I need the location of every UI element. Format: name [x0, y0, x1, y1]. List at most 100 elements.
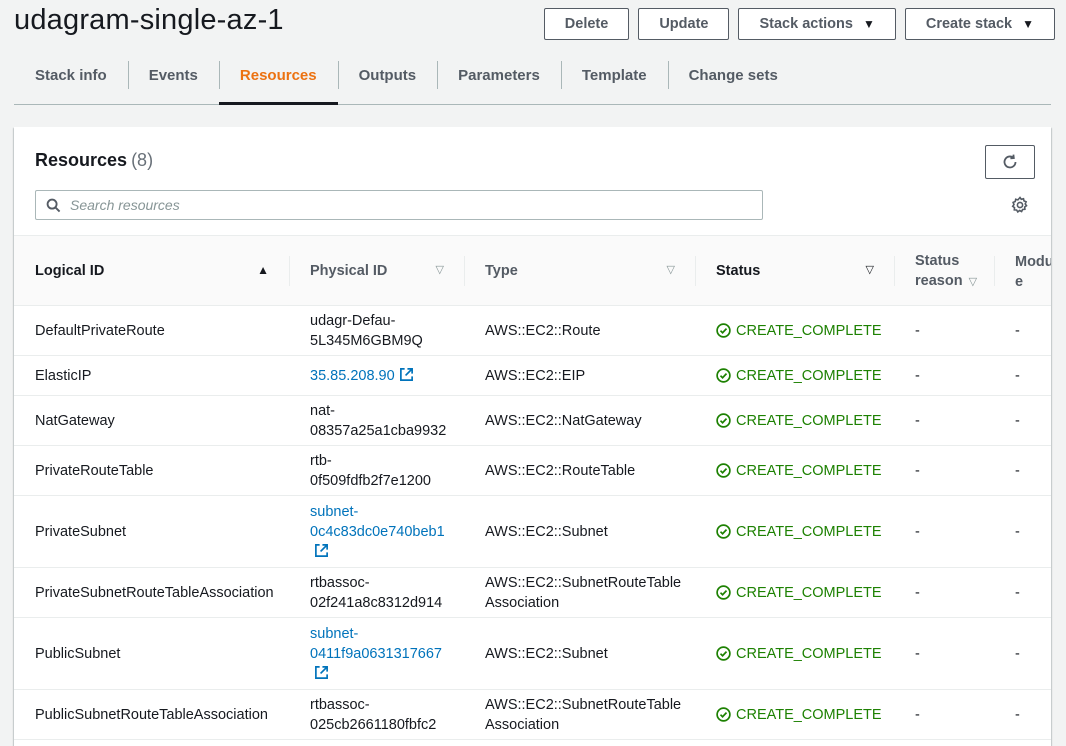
physical-id-text: nat-	[310, 402, 335, 419]
physical-id-cell: rtb- 0f509fdfb2f7e1200	[289, 446, 464, 496]
tab-template[interactable]: Template	[560, 58, 668, 104]
type-text: AWS::EC2::SubnetRouteTable	[485, 696, 682, 713]
logical-id-cell: PrivateSubnet	[35, 523, 127, 540]
column-header-type[interactable]: Type ▽	[464, 236, 695, 306]
check-circle-icon	[716, 323, 731, 338]
refresh-button[interactable]	[985, 145, 1035, 179]
check-circle-icon	[716, 707, 731, 722]
stack-header-actions: Delete Update Stack actions ▼ Create stac…	[543, 8, 1055, 40]
column-header-status[interactable]: Status ▽	[695, 236, 894, 306]
type-text: Association	[485, 716, 560, 733]
column-header-status-reason[interactable]: Status reason ▽	[894, 236, 994, 306]
table-row: PublicSubnet subnet- 0411f9a0631317667 AW…	[14, 618, 1051, 690]
module-cell: -	[1015, 367, 1020, 384]
resources-table: Logical ID ▲ Physical ID ▽ Type ▽ Status ▽ S…	[14, 235, 1051, 740]
check-circle-icon	[716, 413, 731, 428]
module-cell: -	[1015, 584, 1020, 601]
table-row: PublicSubnetRouteTableAssociation rtbass…	[14, 690, 1051, 740]
resources-heading: Resources (8)	[35, 150, 153, 171]
status-cell: CREATE_COMPLETE	[695, 690, 894, 740]
physical-id-text: rtbassoc-	[310, 574, 370, 591]
create-stack-dropdown[interactable]: Create stack ▼	[904, 8, 1055, 40]
update-button[interactable]: Update	[638, 8, 730, 40]
tab-label: Outputs	[358, 66, 417, 84]
external-link-icon	[315, 543, 328, 557]
check-circle-icon	[716, 368, 731, 383]
physical-id-link-text: 0411f9a0631317667	[310, 645, 442, 662]
physical-id-text: 025cb2661180fbfc2	[310, 716, 437, 733]
status-reason-cell: -	[915, 645, 920, 662]
tab-label: Template	[581, 66, 647, 84]
module-cell: -	[1015, 645, 1020, 662]
column-header-physical-id[interactable]: Physical ID ▽	[289, 236, 464, 306]
settings-gear-icon[interactable]	[1010, 195, 1030, 215]
sort-descending-icon: ▽	[666, 264, 675, 276]
physical-id-link[interactable]: subnet- 0c4c83dc0e740beb1	[310, 504, 445, 560]
tab-resources[interactable]: Resources	[218, 58, 338, 105]
status-reason-cell: -	[915, 584, 920, 601]
tab-parameters[interactable]: Parameters	[437, 58, 561, 104]
tab-label: Change sets	[688, 66, 778, 84]
resources-panel: Resources(8) Logical ID ▲ Physical ID ▽ Ty…	[14, 127, 1051, 746]
status-reason-cell: -	[915, 322, 920, 339]
table-row: NatGateway nat- 08357a25a1cba9932 AWS::EC…	[14, 396, 1051, 446]
type-cell: AWS::EC2::Route	[485, 322, 601, 339]
tab-events[interactable]: Events	[127, 58, 219, 104]
physical-id-link-text: 0c4c83dc0e740beb1	[310, 523, 445, 540]
check-circle-icon	[716, 524, 731, 539]
column-header-logical-id[interactable]: Logical ID ▲	[14, 236, 289, 306]
physical-id-text: 02f241a8c8312d914	[310, 594, 443, 611]
module-cell: -	[1015, 322, 1020, 339]
status-reason-cell: -	[915, 462, 920, 479]
physical-id-text: rtbassoc-	[310, 696, 370, 713]
physical-id-cell: nat- 08357a25a1cba9932	[289, 396, 464, 446]
tab-label: Stack info	[35, 66, 107, 84]
create-stack-label: Create stack	[925, 16, 1013, 32]
external-link-icon	[315, 665, 328, 679]
status-text: CREATE_COMPLETE	[736, 523, 882, 540]
status-text: CREATE_COMPLETE	[736, 412, 882, 429]
type-cell: AWS::EC2::SubnetRouteTableAssociation	[464, 690, 695, 740]
type-cell: AWS::EC2::Subnet	[485, 523, 608, 540]
delete-button[interactable]: Delete	[543, 8, 630, 40]
column-header-module[interactable]: Modul e	[994, 236, 1051, 306]
physical-id-link[interactable]: 35.85.208.90	[310, 368, 414, 384]
physical-id-text: 08357a25a1cba9932	[310, 422, 447, 439]
physical-id-text: rtb-	[310, 452, 332, 469]
table-row: DefaultPrivateRoute udagr-Defau- 5L345M6G…	[14, 306, 1051, 356]
caret-down-icon: ▼	[862, 17, 875, 31]
caret-down-icon: ▼	[1022, 17, 1034, 31]
status-cell: CREATE_COMPLETE	[695, 496, 894, 568]
tab-stack-info[interactable]: Stack info	[14, 58, 128, 104]
logical-id-cell: PrivateSubnetRouteTableAssociation	[35, 584, 274, 601]
search-box	[35, 190, 763, 220]
logical-id-cell: PublicSubnetRouteTableAssociation	[35, 706, 268, 723]
tab-change-sets[interactable]: Change sets	[667, 58, 799, 104]
status-reason-cell: -	[915, 706, 920, 723]
physical-id-link-text: 35.85.208.90	[310, 367, 395, 384]
sort-descending-icon: ▽	[865, 264, 874, 276]
logical-id-cell: NatGateway	[35, 412, 115, 429]
logical-id-cell: ElasticIP	[35, 367, 92, 384]
stack-actions-dropdown[interactable]: Stack actions ▼	[738, 8, 896, 40]
type-cell: AWS::EC2::RouteTable	[485, 462, 636, 479]
status-cell: CREATE_COMPLETE	[695, 446, 894, 496]
table-row: ElasticIP 35.85.208.90 AWS::EC2::EIP CRE…	[14, 356, 1051, 396]
check-circle-icon	[716, 646, 731, 661]
status-reason-cell: -	[915, 367, 920, 384]
check-circle-icon	[716, 463, 731, 478]
column-label: reason	[915, 273, 963, 289]
tab-outputs[interactable]: Outputs	[337, 58, 438, 104]
search-icon	[46, 198, 61, 212]
status-cell: CREATE_COMPLETE	[695, 396, 894, 446]
table-row: PrivateRouteTable rtb- 0f509fdfb2f7e1200 …	[14, 446, 1051, 496]
physical-id-link[interactable]: subnet- 0411f9a0631317667	[310, 626, 442, 682]
search-input[interactable]	[70, 197, 710, 213]
stack-tabs: Stack info Events Resources Outputs Para…	[14, 58, 1051, 105]
status-cell: CREATE_COMPLETE	[695, 618, 894, 690]
update-button-label: Update	[659, 16, 709, 32]
sort-descending-icon: ▽	[435, 264, 444, 276]
type-cell: AWS::EC2::SubnetRouteTable Association	[464, 568, 695, 618]
column-label: Modul	[1015, 253, 1051, 270]
physical-id-text: 5L345M6GBM9Q	[310, 332, 423, 349]
